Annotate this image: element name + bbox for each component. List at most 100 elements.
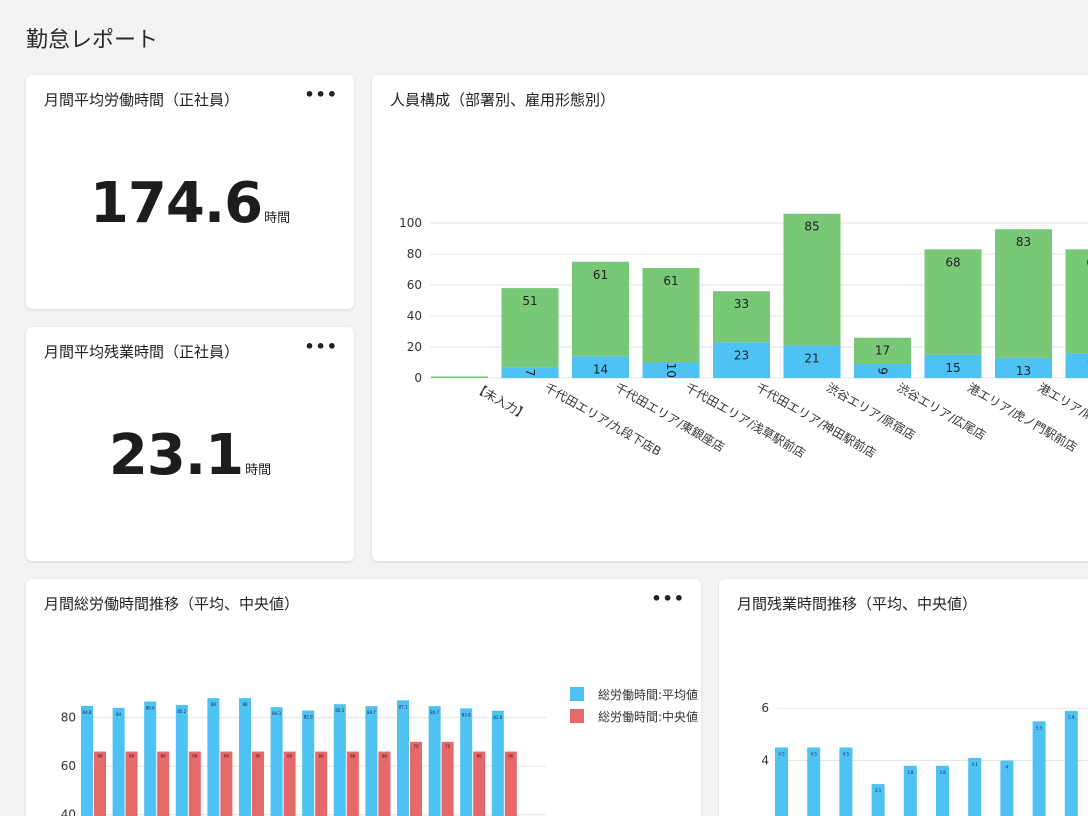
data-label: 88	[242, 702, 248, 707]
data-label: 4.5	[811, 751, 818, 756]
card-title: 月間平均労働時間（正社員）	[44, 91, 240, 109]
legend-swatch	[570, 709, 584, 723]
bar-median	[94, 751, 106, 816]
y-tick-label: 40	[61, 808, 76, 816]
data-label: 82.9	[304, 715, 313, 720]
kpi-display: 23.1 時間	[26, 423, 354, 488]
data-label: 85.5	[335, 708, 344, 713]
bar-segment	[1065, 249, 1088, 354]
data-label: 70	[413, 744, 419, 749]
bar-average	[270, 707, 283, 816]
bar-segment	[431, 376, 488, 378]
data-label: 83	[1016, 235, 1031, 249]
bar-average	[333, 704, 346, 816]
legend-label: 総労働時間:中央値	[598, 709, 699, 724]
bar-median	[441, 741, 454, 816]
y-tick-label: 60	[407, 278, 422, 292]
bar-average	[175, 704, 188, 816]
data-label: 88	[211, 702, 217, 707]
data-label: 66	[255, 754, 261, 759]
x-tick-label: 千代田エリア/九段下店B	[542, 380, 664, 459]
data-label: 4.5	[843, 751, 850, 756]
bar-median	[473, 751, 486, 816]
kpi-card-work-hours: 月間平均労働時間（正社員） ••• 174.6 時間	[26, 75, 354, 309]
bar-average	[239, 698, 251, 816]
data-label: 21	[804, 351, 819, 365]
work-hours-trend-card: 月間総労働時間推移（平均、中央値） ••• 40 60 80 84.8 66 84 66 86…	[26, 579, 701, 816]
bar-median	[188, 751, 201, 816]
bar-median	[378, 751, 391, 816]
legend-label: 総労働時間:平均値	[598, 687, 699, 702]
bar-median	[283, 751, 296, 816]
kpi-display: 174.6 時間	[26, 171, 354, 236]
legend-item[interactable]: 総労働時間:平均値	[570, 683, 698, 705]
data-label: 14	[593, 362, 608, 376]
y-tick-label: 80	[407, 247, 422, 261]
x-tick-label: 千代田エリア/浅草駅前店	[683, 380, 808, 461]
kpi-unit: 時間	[264, 211, 291, 226]
data-label: 84.7	[430, 710, 439, 715]
data-label: 66	[350, 754, 356, 759]
more-menu-button[interactable]: •••	[304, 87, 338, 103]
data-label: 84.7	[367, 710, 376, 715]
chart-legend: 総労働時間:平均値 総労働時間:中央値	[570, 683, 698, 727]
data-label: 66	[129, 754, 135, 759]
data-label: 86.6	[146, 706, 155, 711]
bar-average	[397, 700, 409, 816]
x-tick-label: 千代田エリア/神田駅前店	[754, 380, 879, 461]
data-label: 66	[477, 754, 483, 759]
y-tick-label: 4	[761, 754, 769, 768]
data-label: 5.5	[1036, 725, 1043, 730]
data-label: 66	[319, 754, 325, 759]
kpi-value: 23.1	[108, 423, 244, 488]
data-label: 3.1	[875, 788, 882, 793]
staff-composition-card: 人員構成（部署別、雇用形態別） 0 20 40 60 80 100 【未入力】 7 51 千代田エ…	[372, 75, 1088, 561]
bar-average	[491, 710, 504, 816]
data-label: 83.8	[462, 712, 471, 717]
data-label: 7	[523, 369, 537, 377]
data-label: 23	[734, 348, 749, 362]
data-label: 61	[663, 274, 678, 288]
bar-average	[460, 708, 473, 816]
card-title: 月間平均残業時間（正社員）	[44, 343, 240, 361]
data-label: 17	[875, 344, 890, 358]
bar-median	[410, 741, 422, 816]
kpi-unit: 時間	[245, 463, 272, 478]
y-tick-label: 20	[407, 340, 422, 354]
data-label: 66	[97, 754, 103, 759]
bar-median	[252, 751, 264, 816]
data-label: 66	[192, 754, 198, 759]
data-label: 68	[945, 255, 960, 269]
x-tick-label: 港エリア/虎ノ門駅前店	[965, 380, 1080, 455]
legend-swatch	[570, 687, 584, 701]
page-title: 勤怠レポート	[26, 28, 159, 53]
data-label: 4	[1006, 765, 1009, 770]
data-label: 61	[593, 268, 608, 282]
data-label: 85.2	[177, 709, 186, 714]
data-label: 84.8	[83, 710, 92, 715]
overtime-trend-card: 月間残業時間推移（平均、中央値） 4 6 4.5 4.5 4.5 3.1 3.8 3.8 4.1…	[719, 579, 1088, 816]
data-label: 51	[522, 294, 537, 308]
data-label: 5.9	[1068, 715, 1075, 720]
bar-average	[1032, 721, 1046, 816]
data-label: 66	[161, 754, 167, 759]
bar-average	[1064, 710, 1078, 816]
kpi-card-overtime-hours: 月間平均残業時間（正社員） ••• 23.1 時間	[26, 327, 354, 561]
data-label: 84.3	[272, 711, 281, 716]
bar-median	[346, 751, 359, 816]
bar-average	[81, 705, 93, 816]
y-tick-label: 0	[414, 371, 422, 385]
bar-median	[125, 751, 138, 816]
staff-composition-chart: 0 20 40 60 80 100 【未入力】 7 51 千代田エリア/九段下店B 14 61 千代田エ…	[399, 213, 1088, 461]
bar-median	[157, 751, 170, 816]
data-label: 3.8	[907, 770, 914, 775]
data-label: 13	[1016, 364, 1031, 378]
data-label: 66	[287, 754, 293, 759]
data-label: 66	[508, 754, 514, 759]
more-menu-button[interactable]: •••	[304, 339, 338, 355]
legend-item[interactable]: 総労働時間:中央値	[570, 705, 698, 727]
bar-segment	[1065, 353, 1088, 378]
bar-average	[302, 710, 315, 816]
x-tick-label: 千代田エリア/東銀座店	[613, 380, 728, 455]
data-label: 15	[945, 361, 960, 375]
